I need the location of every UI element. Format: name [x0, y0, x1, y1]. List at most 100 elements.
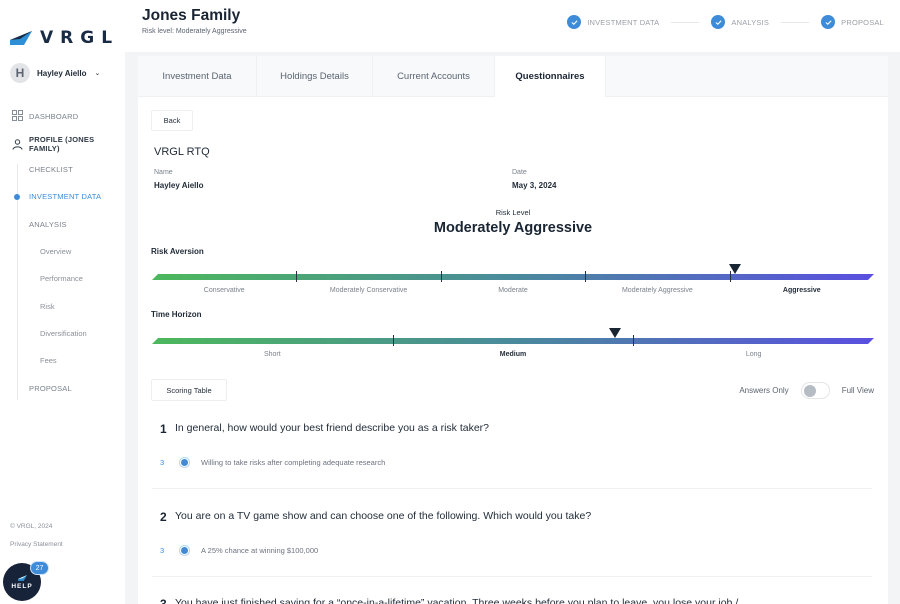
- question-number: 2: [160, 510, 167, 524]
- date-value: May 3, 2024: [512, 181, 557, 190]
- answer-text: Willing to take risks after completing a…: [201, 458, 386, 467]
- name-value: Hayley Aiello: [154, 181, 204, 190]
- scale-segment-label: Long: [745, 351, 762, 358]
- date-label: Date: [512, 169, 527, 176]
- active-indicator-dot: [14, 194, 20, 200]
- scale-marker-icon: [608, 328, 621, 338]
- sidebar-item-label: DASHBOARD: [29, 112, 79, 121]
- sidebar: VRGL H Hayley Aiello ⌄ DASHBOARD PROFILE…: [0, 0, 125, 604]
- view-toggle-group: Answers Only Full View: [739, 382, 874, 399]
- logo-text: VRGL: [40, 28, 120, 48]
- page-subtitle: Risk level: Moderately Aggressive: [142, 28, 247, 35]
- scale-gradient-bar: [152, 338, 874, 344]
- scale-tick: [633, 335, 635, 346]
- time-horizon-title: Time Horizon: [151, 310, 202, 319]
- answer-score: 3: [160, 546, 165, 555]
- help-notification-badge: 27: [30, 561, 49, 575]
- logo-wing-icon: [17, 574, 27, 581]
- questionnaire-title: VRGL RTQ: [154, 146, 210, 158]
- scale-segment-label: Moderately Aggressive: [621, 287, 693, 294]
- check-icon: [711, 15, 726, 29]
- scale-tick: [440, 271, 442, 282]
- sidebar-item-label: Performance: [40, 274, 83, 283]
- answer-radio[interactable]: [179, 457, 190, 468]
- back-button[interactable]: Back: [151, 110, 193, 131]
- risk-level-label: Risk Level: [495, 208, 531, 217]
- scale-tick: [392, 335, 394, 346]
- tab-bar: Investment Data Holdings Details Current…: [138, 56, 888, 97]
- page-title: Jones Family: [142, 7, 241, 24]
- content-card: Investment Data Holdings Details Current…: [138, 56, 888, 604]
- scale-segment-label: Moderately Conservative: [329, 287, 408, 294]
- vrgl-logo[interactable]: VRGL: [10, 28, 119, 48]
- question-text: In general, how would your best friend d…: [175, 422, 490, 434]
- chevron-down-icon: ⌄: [94, 70, 101, 77]
- profile-label-line2: FAMILY): [29, 144, 60, 153]
- sidebar-item-label: PROFILE (JONES FAMILY): [29, 135, 94, 153]
- risk-aversion-scale: Conservative Moderately Conservative Moder…: [152, 264, 874, 308]
- sidebar-item-label: INVESTMENT DATA: [29, 192, 102, 201]
- sidebar-item-label: Overview: [40, 247, 72, 256]
- full-view-label: Full View: [841, 386, 874, 395]
- scale-segment-label: Conservative: [203, 287, 245, 294]
- profile-label-line1: PROFILE (JONES: [29, 135, 95, 144]
- scale-segment-label: Medium: [499, 351, 527, 358]
- person-icon: [12, 139, 23, 150]
- answer-text: A 25% chance at winning $100,000: [201, 546, 319, 555]
- step-connector: [671, 21, 700, 23]
- scale-segment-label: Moderate: [498, 287, 528, 294]
- risk-aversion-title: Risk Aversion: [151, 247, 204, 256]
- check-icon: [821, 15, 836, 29]
- avatar: H: [10, 63, 30, 83]
- answer-score: 3: [160, 458, 165, 467]
- question-text: You have just finished saving for a “onc…: [175, 597, 739, 604]
- name-label: Name: [154, 169, 173, 176]
- radio-selected-dot: [181, 459, 188, 466]
- help-label: HELP: [11, 582, 33, 590]
- step-label: INVESTMENT DATA: [587, 17, 660, 27]
- sidebar-item-label: ANALYSIS: [29, 220, 67, 229]
- scale-marker-icon: [728, 264, 741, 274]
- sidebar-item-label: CHECKLIST: [29, 165, 73, 174]
- logo-wing-icon: [10, 31, 32, 45]
- question-number: 3: [160, 597, 167, 604]
- step-label: PROPOSAL: [841, 17, 884, 27]
- scale-segment-label: Aggressive: [782, 287, 821, 294]
- answer-radio[interactable]: [179, 545, 190, 556]
- scale-gradient-bar: [152, 274, 874, 280]
- sidebar-item-label: Fees: [40, 356, 57, 365]
- tab-current-accounts[interactable]: Current Accounts: [373, 56, 495, 97]
- step-proposal[interactable]: PROPOSAL: [821, 15, 884, 29]
- tab-investment-data[interactable]: Investment Data: [138, 56, 257, 97]
- divider: [152, 576, 872, 577]
- answers-only-label: Answers Only: [739, 386, 789, 395]
- risk-level-value: Moderately Aggressive: [433, 220, 593, 236]
- sidebar-item-label: Risk: [40, 302, 55, 311]
- radio-selected-dot: [181, 547, 188, 554]
- sidebar-item-label: PROPOSAL: [29, 384, 72, 393]
- sidebar-item-label: Diversification: [40, 329, 87, 338]
- user-menu[interactable]: H Hayley Aiello ⌄: [10, 63, 100, 83]
- check-icon: [567, 15, 582, 29]
- page-header: Jones Family Risk level: Moderately Aggr…: [125, 0, 900, 52]
- dashboard-grid-icon: [12, 110, 23, 121]
- tab-questionnaires[interactable]: Questionnaires: [495, 56, 606, 97]
- privacy-statement-link[interactable]: Privacy Statement: [10, 541, 63, 548]
- view-toggle-switch[interactable]: [800, 382, 830, 399]
- scoring-table-button[interactable]: Scoring Table: [151, 379, 227, 401]
- progress-steps: INVESTMENT DATA ANALYSIS PROPOSAL: [567, 15, 884, 29]
- time-horizon-scale: Short Medium Long: [152, 328, 874, 372]
- scale-tick: [296, 271, 298, 282]
- question-text: You are on a TV game show and can choose…: [175, 510, 592, 522]
- toggle-knob: [803, 385, 816, 397]
- tab-holdings-details[interactable]: Holdings Details: [257, 56, 373, 97]
- user-name: Hayley Aiello: [37, 68, 87, 78]
- app-root: VRGL H Hayley Aiello ⌄ DASHBOARD PROFILE…: [0, 0, 900, 604]
- scale-segment-label: Short: [263, 351, 281, 358]
- step-analysis[interactable]: ANALYSIS: [711, 15, 769, 29]
- copyright-text: © VRGL, 2024: [10, 523, 53, 530]
- step-investment-data[interactable]: INVESTMENT DATA: [567, 15, 659, 29]
- question-number: 1: [160, 422, 167, 436]
- scale-tick: [585, 271, 587, 282]
- step-label: ANALYSIS: [731, 17, 770, 27]
